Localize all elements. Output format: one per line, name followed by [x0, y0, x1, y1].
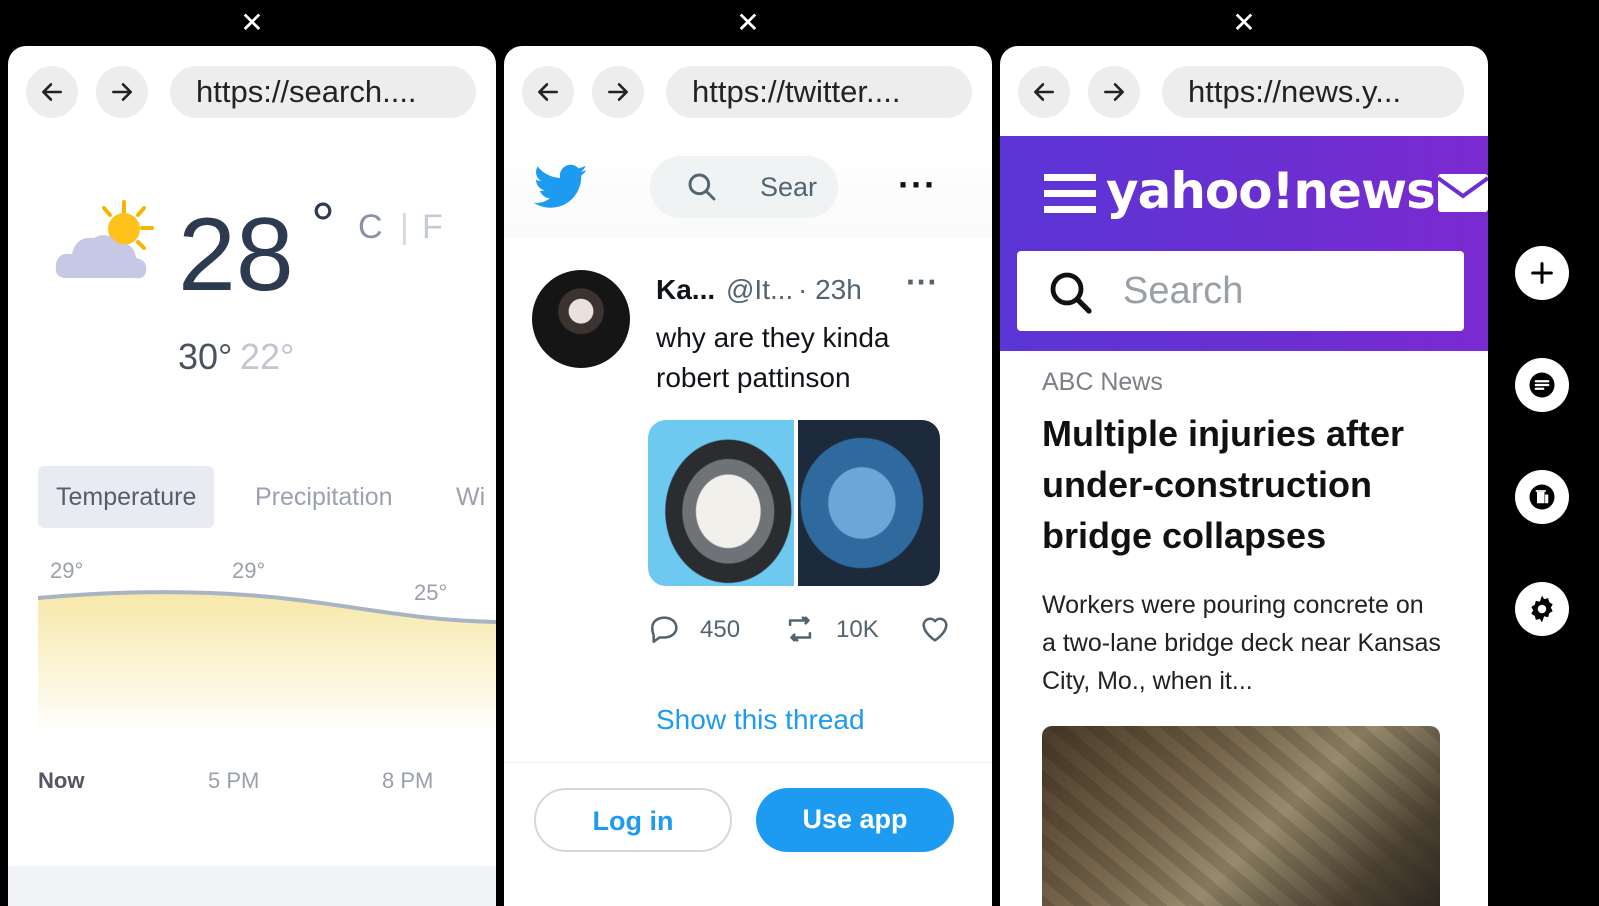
media-image-left: [648, 420, 794, 586]
tweet-text: why are they kinda robert pattinson: [656, 322, 890, 393]
time-label: 5 PM: [208, 768, 260, 793]
tab-temperature[interactable]: Temperature: [38, 466, 215, 528]
twitter-search-input[interactable]: Sear: [650, 156, 838, 218]
arrow-right-icon: [112, 83, 132, 101]
retweet-icon[interactable]: [782, 612, 818, 646]
reply-icon[interactable]: [648, 612, 682, 646]
tab-precipitation[interactable]: Precipitation: [255, 466, 393, 528]
search-placeholder: Sear: [760, 172, 818, 202]
more-options-icon[interactable]: ···: [898, 164, 937, 206]
url-bar: https://news.y...: [1000, 66, 1488, 118]
hamburger-menu-icon[interactable]: [1044, 172, 1096, 214]
heart-icon[interactable]: [918, 612, 952, 646]
url-bar: https://search....: [8, 66, 496, 118]
close-tab-3-icon[interactable]: ✕: [1229, 8, 1259, 38]
login-button[interactable]: Log in: [534, 788, 732, 852]
arrow-left-icon: [42, 83, 62, 101]
plus-icon: [1531, 262, 1553, 284]
close-tab-2-icon[interactable]: ✕: [733, 8, 763, 38]
avatar[interactable]: [532, 270, 630, 368]
search-icon: [1050, 272, 1092, 314]
unit-celsius[interactable]: C: [358, 208, 383, 247]
bottom-fade: [8, 866, 496, 906]
back-button[interactable]: [1018, 66, 1070, 118]
mail-icon[interactable]: [1438, 174, 1488, 212]
divider: [504, 762, 992, 763]
yahoo-news-logo[interactable]: yahoo!news: [1106, 162, 1436, 220]
low-temperature: 22°: [240, 336, 295, 377]
back-button[interactable]: [522, 66, 574, 118]
degree-symbol: °: [311, 191, 335, 258]
tab-card-weather[interactable]: https://search.... 28 ° C | F 30° 22° Te…: [8, 46, 496, 906]
tweet-media[interactable]: [648, 420, 940, 586]
back-button[interactable]: [26, 66, 78, 118]
settings-button[interactable]: [1515, 582, 1569, 636]
forward-button[interactable]: [96, 66, 148, 118]
chart-label: 29°: [50, 558, 84, 583]
tweet-author-name[interactable]: Ka...: [656, 274, 715, 306]
url-field[interactable]: https://search....: [170, 66, 476, 118]
unit-separator: |: [400, 208, 409, 246]
tab-list-button[interactable]: [1515, 358, 1569, 412]
forward-button[interactable]: [592, 66, 644, 118]
close-tab-1-icon[interactable]: ✕: [237, 8, 267, 38]
search-icon: [688, 173, 716, 201]
close-all-tabs-button[interactable]: [1515, 470, 1569, 524]
article-summary: Workers were pouring concrete on a two-l…: [1042, 591, 1441, 695]
tweet-time[interactable]: · 23h: [798, 274, 862, 306]
reply-count: 450: [700, 616, 741, 643]
arrow-left-icon: [1034, 83, 1054, 101]
unit-fahrenheit[interactable]: F: [422, 208, 443, 247]
twitter-bird-icon[interactable]: [534, 164, 588, 210]
time-label: 8 PM: [382, 768, 434, 793]
article-image[interactable]: [1042, 726, 1440, 906]
yahoo-search-input[interactable]: Search: [1017, 251, 1464, 331]
retweet-count: 10K: [836, 616, 879, 643]
partly-cloudy-icon: [55, 200, 154, 279]
arrow-right-icon: [1104, 83, 1124, 101]
article-source[interactable]: ABC News: [1042, 368, 1163, 397]
tweet-more-icon[interactable]: ···: [906, 264, 938, 301]
trash-icon: [1529, 484, 1555, 510]
article-headline[interactable]: Multiple injuries after under-constructi…: [1042, 408, 1442, 561]
list-icon: [1529, 372, 1555, 398]
tab-wind[interactable]: Wi: [456, 466, 485, 528]
tab-card-twitter[interactable]: https://twitter.... Sear ··· Ka... @It..…: [504, 46, 992, 906]
url-field[interactable]: https://news.y...: [1162, 66, 1464, 118]
url-bar: https://twitter....: [504, 66, 992, 118]
search-placeholder: Search: [1123, 270, 1244, 312]
arrow-right-icon: [608, 83, 628, 101]
time-now: Now: [38, 768, 85, 793]
current-temperature: 28: [178, 197, 294, 313]
chart-label: 29°: [232, 558, 266, 583]
url-field[interactable]: https://twitter....: [666, 66, 972, 118]
gear-icon: [1531, 595, 1553, 623]
new-tab-button[interactable]: [1515, 246, 1569, 300]
tab-card-yahoo-news[interactable]: https://news.y... yahoo!news Search ABC …: [1000, 46, 1488, 906]
use-app-button[interactable]: Use app: [756, 788, 954, 852]
arrow-left-icon: [538, 83, 558, 101]
show-thread-link[interactable]: Show this thread: [656, 704, 865, 736]
forward-button[interactable]: [1088, 66, 1140, 118]
media-image-right: [798, 420, 940, 586]
tweet-author-handle[interactable]: @It...: [726, 274, 793, 306]
temperature-chart: [38, 590, 496, 736]
high-temperature: 30°: [178, 336, 233, 377]
